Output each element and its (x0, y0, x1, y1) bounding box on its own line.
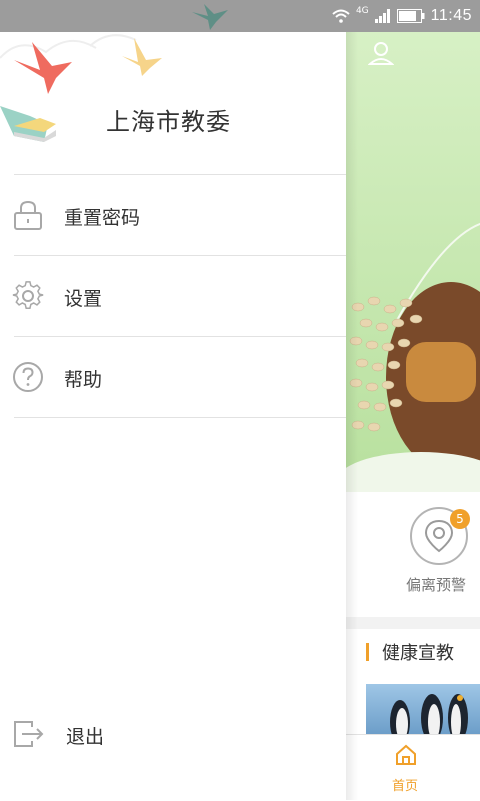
organization-name: 上海市教委 (106, 108, 231, 136)
seeds-image (349, 296, 423, 432)
gear-icon (12, 281, 44, 309)
logout-icon (14, 721, 44, 747)
section-divider (346, 617, 480, 629)
navigation-drawer: 上海市教委 重置密码 设置 帮助 退出 (0, 32, 346, 800)
health-education-title: 健康宣教 (382, 643, 454, 664)
deviation-alert-section[interactable]: 5 偏离预警 (346, 507, 480, 617)
alert-count-badge: 5 (450, 509, 470, 529)
menu-label-help: 帮助 (64, 369, 103, 391)
logout-label: 退出 (66, 726, 105, 748)
drawer-header: 上海市教委 (0, 32, 346, 174)
menu-item-settings[interactable]: 设置 (0, 256, 346, 336)
menu-label-settings: 设置 (64, 288, 103, 310)
menu-item-reset-password[interactable]: 重置密码 (0, 175, 346, 255)
network-type: 4G (355, 6, 369, 16)
status-indicators: 4G 11:45 (332, 0, 472, 32)
logout-button[interactable]: 退出 (0, 714, 346, 754)
menu-label-reset-password: 重置密码 (64, 207, 141, 229)
menu-item-help[interactable]: 帮助 (0, 337, 346, 417)
menu-divider (14, 417, 346, 418)
status-time: 11:45 (430, 7, 472, 24)
location-pin-icon (424, 519, 454, 553)
main-app-background: 5 偏离预警 健康宣教 首页 (346, 32, 480, 801)
bottom-tab-bar: 首页 (346, 734, 480, 801)
signal-icon (374, 9, 390, 23)
tab-home-label: 首页 (392, 779, 419, 794)
banner-wave (346, 452, 480, 492)
wifi-icon (332, 9, 350, 23)
user-profile-icon[interactable] (368, 40, 394, 66)
health-article-thumbnail[interactable] (366, 684, 480, 734)
drawer-shadow (346, 32, 358, 800)
alert-label: 偏离预警 (406, 576, 467, 594)
battery-icon (396, 9, 425, 23)
home-icon (396, 744, 416, 765)
help-icon (13, 362, 43, 392)
lock-icon (14, 200, 42, 230)
health-education-header: 健康宣教 (346, 629, 480, 673)
status-bar: 4G 11:45 (0, 0, 480, 32)
penguin-image (390, 694, 468, 734)
status-bird-icon (192, 4, 228, 30)
section-accent-bar (366, 643, 369, 661)
banner-image[interactable] (346, 32, 480, 492)
